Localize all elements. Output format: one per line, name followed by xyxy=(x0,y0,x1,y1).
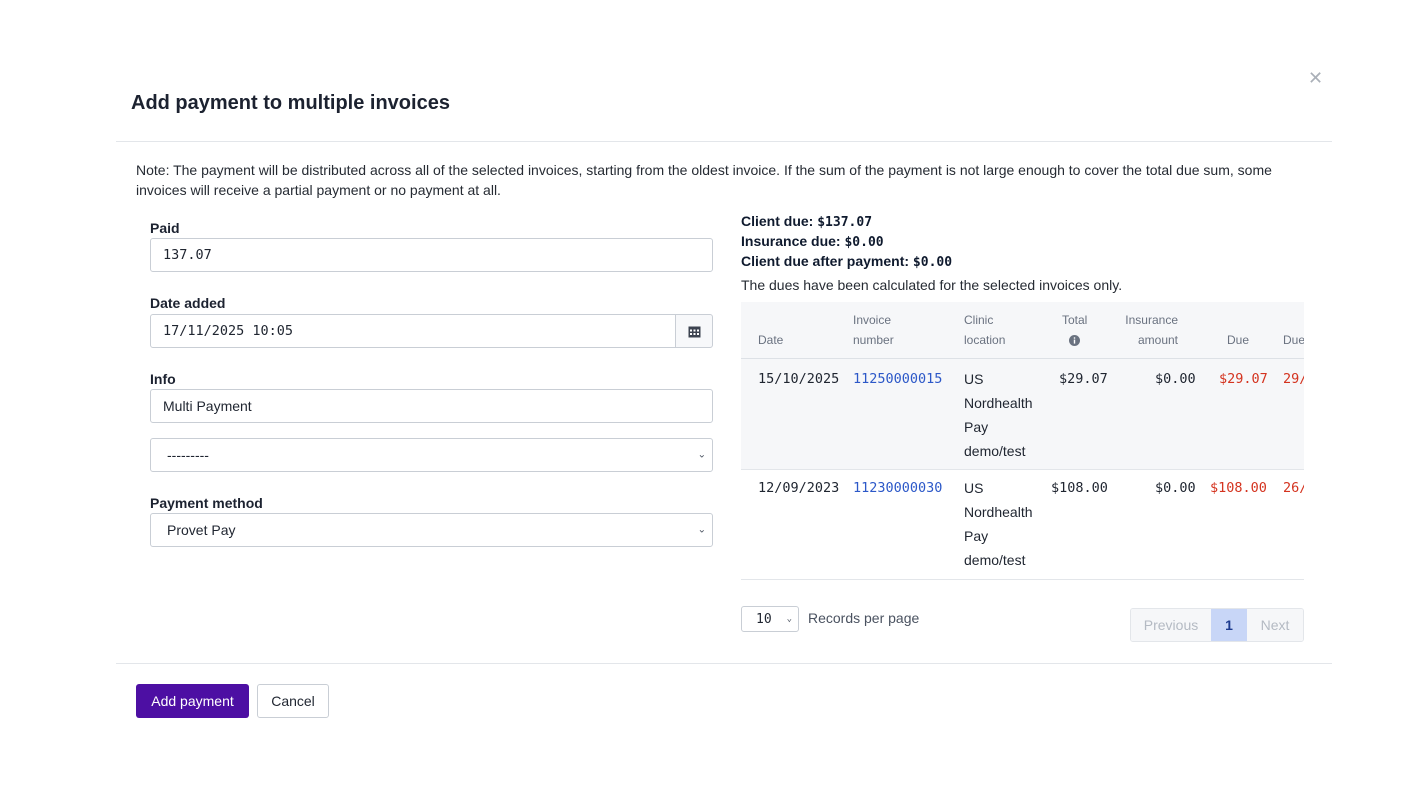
close-icon[interactable]: ✕ xyxy=(1308,68,1323,88)
info-select[interactable]: --------- ⌄ xyxy=(150,438,713,472)
calculation-note: The dues have been calculated for the se… xyxy=(741,277,1123,293)
date-added-label: Date added xyxy=(150,295,226,311)
row-date: 15/10/2025 xyxy=(758,371,840,387)
row-due: $108.00 xyxy=(1210,480,1267,496)
table-row[interactable]: 15/10/2025 11250000015 US Nordhealth Pay… xyxy=(741,359,1304,470)
payment-method-label: Payment method xyxy=(150,495,263,511)
info-icon xyxy=(1069,335,1081,347)
invoice-link[interactable]: 11230000030 xyxy=(853,476,942,500)
row-total: $29.07 xyxy=(1059,371,1108,387)
invoices-table: Date Invoice number Clinic location Total … xyxy=(741,302,1304,580)
row-insurance: $0.00 xyxy=(1155,371,1196,387)
info-label: Info xyxy=(150,371,176,387)
next-page-button[interactable]: Next xyxy=(1247,609,1303,641)
row-due-date: 26/ xyxy=(1283,480,1304,496)
table-header: Date Invoice number Clinic location Total … xyxy=(741,302,1304,359)
paid-input[interactable]: 137.07 xyxy=(150,238,713,272)
chevron-down-icon: ⌄ xyxy=(786,614,792,624)
col-clinic[interactable]: Clinic location xyxy=(964,310,1005,350)
add-payment-button[interactable]: Add payment xyxy=(136,684,249,718)
row-clinic: US Nordhealth Pay demo/test xyxy=(964,371,1033,459)
dialog-title: Add payment to multiple invoices xyxy=(131,92,450,114)
col-total[interactable]: Total xyxy=(1062,310,1087,350)
date-added-input[interactable]: 17/11/2025 10:05 xyxy=(150,314,676,348)
chevron-down-icon: ⌄ xyxy=(697,449,706,461)
cancel-button[interactable]: Cancel xyxy=(257,684,329,718)
row-insurance: $0.00 xyxy=(1155,480,1196,496)
info-input[interactable]: Multi Payment xyxy=(150,389,713,423)
row-total: $108.00 xyxy=(1051,480,1108,496)
paid-label: Paid xyxy=(150,220,180,236)
pagination: Previous 1 Next xyxy=(1130,608,1304,642)
payment-method-select[interactable]: Provet Pay ⌄ xyxy=(150,513,713,547)
calendar-button[interactable] xyxy=(675,314,713,348)
distribution-note: Note: The payment will be distributed ac… xyxy=(136,162,1272,198)
row-date: 12/09/2023 xyxy=(758,480,840,496)
page-1-button[interactable]: 1 xyxy=(1211,609,1247,641)
col-date[interactable]: Date xyxy=(758,330,783,350)
col-due-date[interactable]: Due xyxy=(1283,330,1304,350)
chevron-down-icon: ⌄ xyxy=(697,524,706,536)
header-divider xyxy=(116,141,1332,142)
col-invoice[interactable]: Invoice number xyxy=(853,310,894,350)
invoice-link[interactable]: 11250000015 xyxy=(853,367,942,391)
col-insurance[interactable]: Insurance amount xyxy=(1123,310,1178,350)
previous-page-button[interactable]: Previous xyxy=(1131,609,1211,641)
col-due[interactable]: Due xyxy=(1227,330,1249,350)
records-per-page-select[interactable]: 10 ⌄ xyxy=(741,606,799,632)
table-row[interactable]: 12/09/2023 11230000030 US Nordhealth Pay… xyxy=(741,470,1304,580)
row-clinic: US Nordhealth Pay demo/test xyxy=(964,480,1033,568)
client-due-after-payment: Client due after payment: $0.00 xyxy=(741,253,953,270)
row-due-date: 29/ xyxy=(1283,371,1304,387)
footer-divider xyxy=(116,663,1332,664)
row-due: $29.07 xyxy=(1219,371,1268,387)
calendar-icon xyxy=(688,326,700,337)
insurance-due: Insurance due: $0.00 xyxy=(741,233,884,250)
client-due: Client due: $137.07 xyxy=(741,213,873,230)
records-per-page-label: Records per page xyxy=(808,610,920,626)
